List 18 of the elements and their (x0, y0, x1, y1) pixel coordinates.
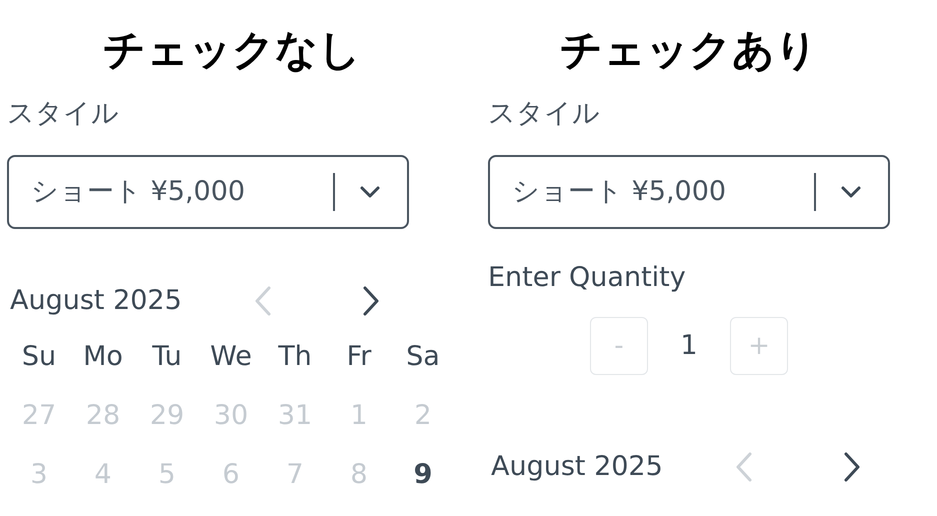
calendar-day[interactable]: 9 (391, 455, 455, 495)
quantity-label: Enter Quantity (488, 261, 687, 295)
weekday-label: Mo (82, 340, 124, 374)
weekday-label: We (209, 340, 253, 374)
field-label: スタイル (7, 98, 120, 130)
style-select[interactable]: ショート ¥5,000 (7, 155, 409, 229)
weekday-label: Fr (346, 340, 372, 374)
weekday-label: Tu (151, 340, 183, 374)
calendar-month: August 2025 (490, 450, 664, 484)
calendar-month: August 2025 (9, 284, 183, 318)
field-label: スタイル (488, 98, 601, 130)
quantity-value: 1 (679, 328, 699, 363)
style-select[interactable]: ショート ¥5,000 (488, 155, 890, 229)
weekday-label: Sa (405, 340, 441, 374)
panel-heading: チェックあり (559, 24, 819, 76)
panel-heading: チェックなし (102, 24, 362, 76)
weekday-label: Su (20, 340, 58, 374)
weekday-label: Th (277, 340, 313, 374)
